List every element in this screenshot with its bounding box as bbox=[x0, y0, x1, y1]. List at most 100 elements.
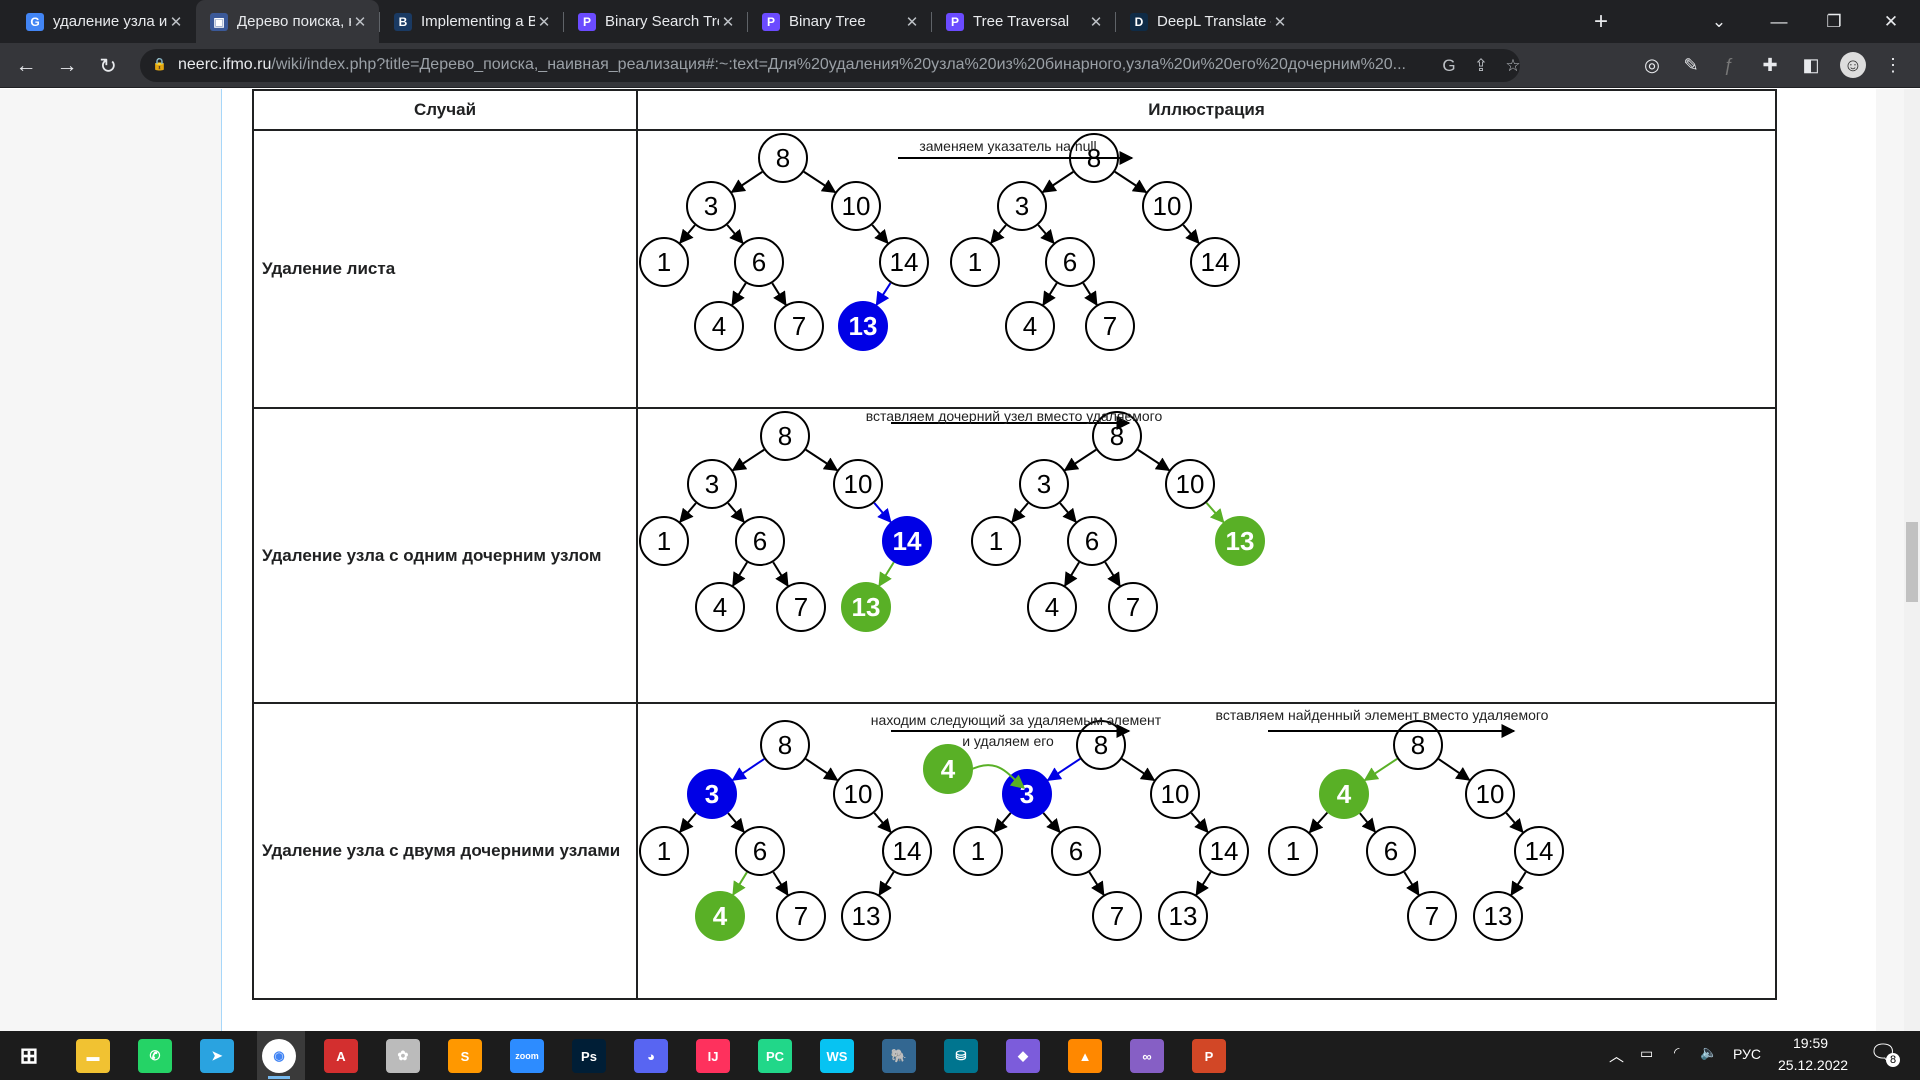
tree-edge bbox=[726, 224, 744, 245]
battery-icon[interactable]: ▭ bbox=[1640, 1045, 1653, 1062]
tree-edge bbox=[771, 282, 787, 306]
tab-close-icon[interactable]: ✕ bbox=[903, 13, 921, 31]
postgres-icon[interactable]: 🐘 bbox=[882, 1039, 916, 1073]
case-two-children: Удаление узла с двумя дочерними узлами bbox=[252, 702, 638, 1000]
tab-1[interactable]: Gудаление узла из би✕ bbox=[12, 0, 195, 43]
tree-node-label: 10 bbox=[1161, 779, 1190, 809]
tab-3[interactable]: B Implementing a Binar✕ bbox=[380, 0, 563, 43]
tab-close-icon[interactable]: ✕ bbox=[351, 13, 369, 31]
tab-title: Binary Tree bbox=[789, 13, 866, 30]
restore-icon[interactable]: ❐ bbox=[1805, 0, 1863, 43]
minimize-icon[interactable]: — bbox=[1750, 0, 1808, 43]
forward-icon[interactable]: → bbox=[51, 50, 83, 82]
programiz-icon: P bbox=[946, 12, 964, 31]
sublime-icon[interactable]: S bbox=[448, 1039, 482, 1073]
tree-edge bbox=[772, 871, 789, 897]
paint-icon[interactable]: ✿ bbox=[386, 1039, 420, 1073]
tab-4[interactable]: P Binary Search Tree✕ bbox=[564, 0, 747, 43]
back-icon[interactable]: ← bbox=[10, 50, 42, 82]
google-icon: G bbox=[26, 12, 44, 31]
intellij-icon[interactable]: IJ bbox=[696, 1039, 730, 1073]
tab-close-icon[interactable]: ✕ bbox=[719, 13, 737, 31]
menu-dots-icon[interactable]: ⋮ bbox=[1880, 52, 1906, 78]
new-tab-button[interactable]: + bbox=[1583, 0, 1619, 43]
tab-strip: Gудаление узла из би✕▣Дерево поиска, наи… bbox=[0, 0, 1920, 43]
wifi-icon[interactable]: ◜ bbox=[1674, 1044, 1679, 1061]
toolbar: ← → ↻ 🔒 neerc.ifmo.ru/wiki/index.php?tit… bbox=[0, 43, 1920, 88]
tree-node-label: 6 bbox=[1063, 247, 1077, 277]
acrobat-icon[interactable]: A bbox=[324, 1039, 358, 1073]
tree-edge bbox=[1104, 561, 1121, 587]
tab-close-icon[interactable]: ✕ bbox=[535, 13, 553, 31]
profile-avatar[interactable]: ☺ bbox=[1840, 52, 1866, 78]
file-explorer-icon[interactable]: ▬ bbox=[76, 1039, 110, 1073]
extension-formula-icon[interactable]: ƒ bbox=[1716, 52, 1742, 78]
tab-6[interactable]: P Tree Traversal ✕ bbox=[932, 0, 1115, 43]
illustration-two-children: 1 3 4 6 7 8 10 13 14 1 3 6 7 8 10 13 14 4 1 4 6 7 8 10 13 14 наход… bbox=[636, 702, 1777, 1000]
extension-color-picker-icon[interactable]: ✎ bbox=[1678, 52, 1704, 78]
tree-edge bbox=[871, 224, 889, 245]
vlc-icon[interactable]: ▲ bbox=[1068, 1039, 1102, 1073]
clock-time[interactable]: 19:59 bbox=[1793, 1035, 1828, 1051]
share-icon[interactable]: ⇪ bbox=[1468, 53, 1494, 79]
scrollbar-thumb[interactable] bbox=[1906, 522, 1918, 602]
tab-search-icon[interactable]: ⌄ bbox=[1690, 0, 1748, 43]
tree-node-label: 13 bbox=[1169, 901, 1198, 931]
tab-close-icon[interactable]: ✕ bbox=[167, 13, 185, 31]
tree-node-label: 8 bbox=[1094, 730, 1108, 760]
tree-node-label: 3 bbox=[1020, 779, 1034, 809]
mysql-workbench-icon[interactable]: ⛁ bbox=[944, 1039, 978, 1073]
webstorm-icon[interactable]: WS bbox=[820, 1039, 854, 1073]
tab-separator bbox=[563, 12, 564, 32]
tree-node-label: 14 bbox=[893, 526, 922, 556]
tree-node-label: 3 bbox=[1015, 191, 1029, 221]
address-bar[interactable]: 🔒 neerc.ifmo.ru/wiki/index.php?title=Дер… bbox=[140, 49, 1521, 82]
photoshop-icon[interactable]: Ps bbox=[572, 1039, 606, 1073]
lock-icon[interactable]: 🔒 bbox=[152, 57, 168, 73]
tree-node-label: 14 bbox=[1210, 836, 1239, 866]
side-panel-icon[interactable]: ◧ bbox=[1798, 52, 1824, 78]
tree-edge bbox=[679, 224, 696, 244]
chrome-icon[interactable]: ◉ bbox=[262, 1039, 296, 1079]
deletion-cases-table: Случай Иллюстрация Удаление листа 134678… bbox=[252, 89, 1777, 1000]
tree-node-label: 1 bbox=[971, 836, 985, 866]
bookmark-star-icon[interactable]: ☆ bbox=[1500, 53, 1526, 79]
extension-compass-icon[interactable]: ◎ bbox=[1639, 52, 1665, 78]
tree-edge bbox=[772, 561, 789, 587]
clock-date[interactable]: 25.12.2022 bbox=[1778, 1057, 1848, 1073]
tab-2[interactable]: ▣ Дерево поиска, наив✕ bbox=[196, 0, 379, 43]
google-lens-icon[interactable]: G bbox=[1436, 53, 1462, 79]
discord-icon[interactable]: ◕ bbox=[634, 1039, 668, 1073]
url-text[interactable]: neerc.ifmo.ru/wiki/index.php?title=Дерев… bbox=[178, 56, 1438, 74]
tree-node-label: 7 bbox=[792, 311, 806, 341]
tab-7[interactable]: D DeepL Translate – Са✕ bbox=[1116, 0, 1299, 43]
extensions-puzzle-icon[interactable]: ✚ bbox=[1757, 52, 1783, 78]
close-window-icon[interactable]: ✕ bbox=[1862, 0, 1920, 43]
tab-separator bbox=[747, 12, 748, 32]
tree-node-label: 8 bbox=[1110, 421, 1124, 451]
pycharm-icon[interactable]: PC bbox=[758, 1039, 792, 1073]
whatsapp-icon[interactable]: ✆ bbox=[138, 1039, 172, 1073]
volume-icon[interactable]: 🔈 bbox=[1700, 1044, 1717, 1061]
tray-overflow-icon[interactable]: ︿ bbox=[1609, 1045, 1624, 1066]
tree-edge bbox=[875, 282, 892, 307]
telegram-icon[interactable]: ➤ bbox=[200, 1039, 234, 1073]
tab-close-icon[interactable]: ✕ bbox=[1271, 13, 1289, 31]
tree-edge bbox=[803, 170, 837, 194]
tree-node-label: 13 bbox=[849, 311, 878, 341]
zoom-icon[interactable]: zoom bbox=[510, 1039, 544, 1073]
visual-studio-icon[interactable]: ∞ bbox=[1130, 1039, 1164, 1073]
tree-node-label: 1 bbox=[657, 247, 671, 277]
vertical-scrollbar[interactable] bbox=[1904, 89, 1920, 1031]
tab-5[interactable]: P Binary Tree ✕ bbox=[748, 0, 931, 43]
reload-icon[interactable]: ↻ bbox=[92, 50, 124, 82]
windows-start-icon[interactable]: ⊞ bbox=[12, 1039, 46, 1073]
tree-edge bbox=[1063, 448, 1097, 472]
programiz-icon: P bbox=[578, 12, 596, 31]
tree-node-label: 3 bbox=[705, 469, 719, 499]
language-indicator[interactable]: РУС bbox=[1733, 1046, 1761, 1062]
tree-edge bbox=[731, 282, 747, 306]
powerpoint-icon[interactable]: P bbox=[1192, 1039, 1226, 1073]
tab-close-icon[interactable]: ✕ bbox=[1087, 13, 1105, 31]
obsidian-icon[interactable]: ◆ bbox=[1006, 1039, 1040, 1073]
